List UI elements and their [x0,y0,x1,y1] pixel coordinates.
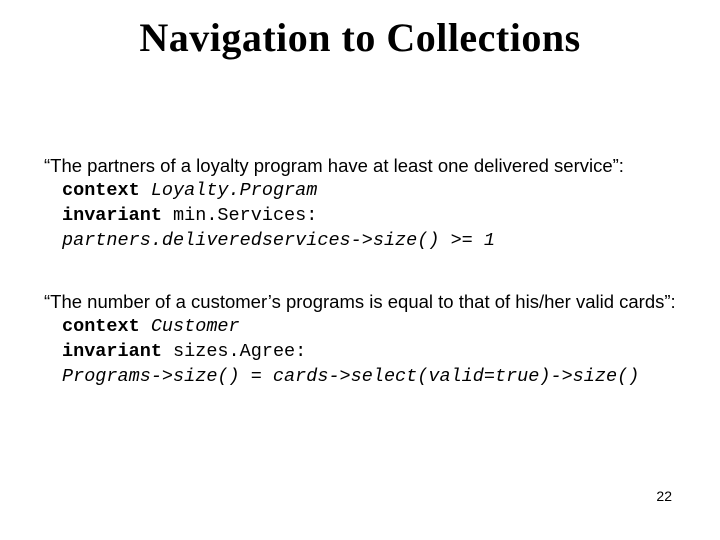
code-keyword: context [62,316,140,337]
page-number: 22 [656,488,672,504]
example-block-2: “The number of a customer’s programs is … [44,290,684,390]
slide: Navigation to Collections “The partners … [0,14,720,540]
code-keyword: invariant [62,341,162,362]
example-1-code: context Loyalty.Program invariant min.Se… [62,179,684,254]
code-text: min.Services: [162,205,317,226]
slide-title: Navigation to Collections [0,14,720,61]
code-keyword: invariant [62,205,162,226]
code-italic: Customer [140,316,240,337]
code-italic: Loyalty.Program [140,180,318,201]
code-keyword: context [62,180,140,201]
example-block-1: “The partners of a loyalty program have … [44,154,684,254]
example-2-code: context Customer invariant sizes.Agree: … [62,315,684,390]
code-italic: Programs->size() = cards->select(valid=t… [62,366,639,387]
slide-body: “The partners of a loyalty program have … [44,154,684,426]
code-text: sizes.Agree: [162,341,306,362]
code-italic: partners.deliveredservices->size() >= 1 [62,230,495,251]
example-2-intro: “The number of a customer’s programs is … [44,290,684,315]
example-1-intro: “The partners of a loyalty program have … [44,154,684,179]
